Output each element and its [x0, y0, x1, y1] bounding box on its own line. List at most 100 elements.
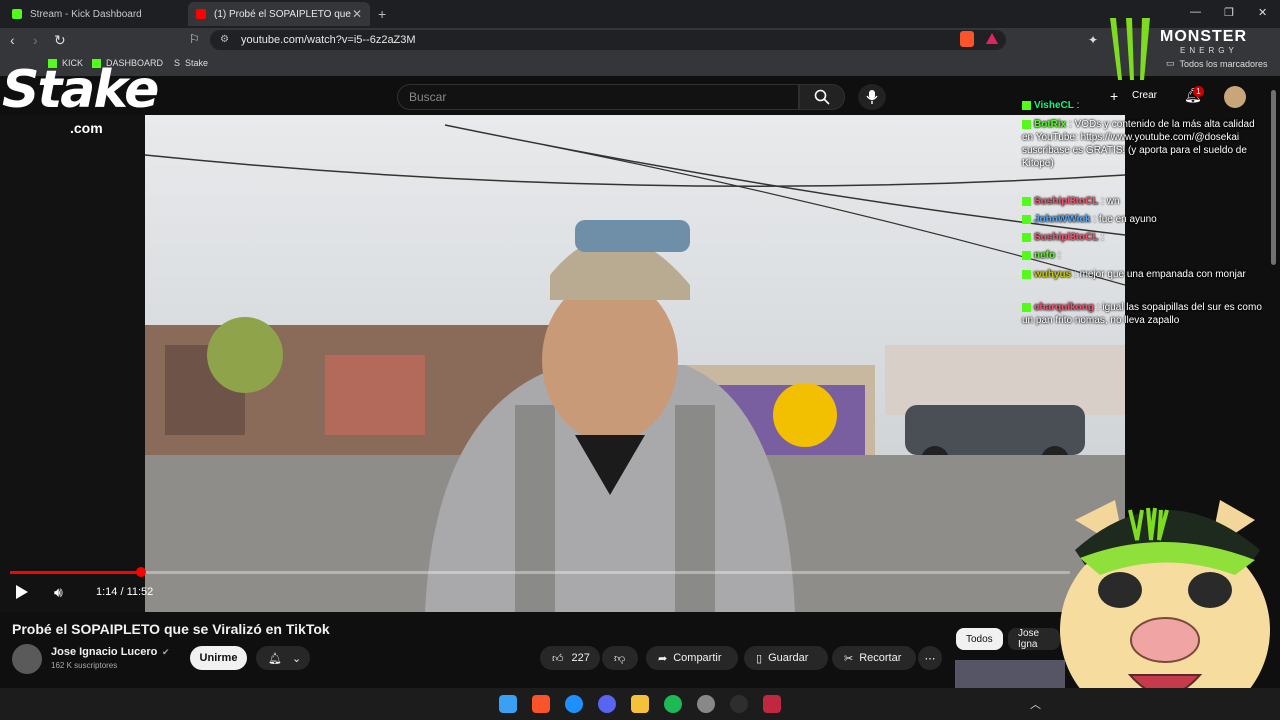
kick-badge-icon [1022, 119, 1031, 129]
forward-icon[interactable]: › [33, 32, 38, 48]
like-count: 227 [571, 652, 590, 664]
chip-all[interactable]: Todos [956, 628, 1003, 650]
all-bookmarks-label: Todos los marcadores [1179, 58, 1268, 69]
chat-message: VisheCL : [1022, 99, 1262, 112]
chat-message: Sushipl3toCL : wn [1022, 195, 1262, 208]
play-icon[interactable] [16, 585, 28, 599]
chat-user: charquikong [1034, 302, 1095, 313]
back-icon[interactable]: ‹ [10, 32, 15, 48]
new-tab-icon[interactable]: + [378, 6, 386, 22]
all-bookmarks[interactable]: ▭ Todos los marcadores [1166, 58, 1268, 69]
vtube-studio-icon[interactable] [763, 695, 781, 713]
chat-user: nefo [1034, 250, 1056, 261]
bookmark-icon[interactable]: ⚐ [189, 32, 200, 46]
obs-icon[interactable] [697, 695, 715, 713]
chat-message: Sushipl3toCL : [1022, 231, 1262, 244]
join-button[interactable]: Unirme [190, 646, 247, 670]
share-button[interactable]: ➦ Compartir [646, 646, 738, 670]
discord-icon[interactable] [598, 695, 616, 713]
chat-text: : [1101, 232, 1105, 243]
progress-scrubber[interactable] [136, 567, 146, 577]
search-button[interactable] [799, 84, 845, 110]
site-settings-icon[interactable]: ⚙ [220, 34, 229, 45]
chat-text: : [1057, 250, 1061, 261]
extensions-icon[interactable]: ✦ [1088, 33, 1098, 47]
monster-logo-text: MONSTER [1160, 28, 1247, 45]
search-input[interactable] [397, 84, 799, 110]
tab-title: (1) Probé el SOPAIPLETO que [214, 8, 351, 20]
chat-user: wuhyus [1034, 269, 1072, 280]
monster-claw-logo-icon [1110, 18, 1150, 80]
clip-label: Recortar [859, 652, 902, 664]
chat-message: wuhyus : mejor que una empanada con monj… [1022, 268, 1262, 281]
reload-icon[interactable]: ↻ [54, 32, 66, 49]
file-explorer-icon[interactable] [631, 695, 649, 713]
share-label: Compartir [673, 652, 722, 664]
start-icon[interactable] [499, 695, 517, 713]
search-placeholder: Buscar [409, 90, 447, 104]
chat-user: Sushipl3toCL [1034, 196, 1099, 207]
chat-message: nefo : [1022, 249, 1262, 262]
spotify-icon[interactable] [664, 695, 682, 713]
thumbs-down-icon: 👎︎ [614, 652, 626, 665]
brave-rewards-icon[interactable] [986, 33, 998, 44]
brave-browser-icon[interactable] [532, 695, 550, 713]
bookmark-stake[interactable]: S Stake [174, 58, 208, 68]
search-icon [814, 89, 830, 105]
kick-badge-icon [1022, 269, 1031, 279]
chat-text: : [1076, 100, 1080, 111]
progress-bar-track[interactable] [10, 571, 1070, 574]
close-window-icon[interactable]: ✕ [1258, 6, 1267, 19]
chat-user: VisheCL [1034, 100, 1074, 111]
url-text[interactable]: youtube.com/watch?v=i5--6z2aZ3M [241, 34, 416, 46]
kick-badge-icon [1022, 302, 1031, 312]
chat-user: JohnWWick [1034, 214, 1091, 225]
channel-name[interactable]: Jose Ignacio Lucero [51, 646, 157, 658]
app-icon[interactable] [730, 695, 748, 713]
youtube-icon [196, 9, 206, 19]
notification-badge: 1 [1193, 86, 1204, 97]
vtuber-cat-avatar [1060, 500, 1270, 720]
kick-badge-icon [1022, 214, 1031, 224]
video-title: Probé el SOPAIPLETO que se Viralizó en T… [12, 621, 330, 637]
video-frame[interactable] [145, 115, 1125, 612]
like-button[interactable]: 👍︎ 227 [540, 646, 600, 670]
save-button[interactable]: ▯ Guardar [744, 646, 828, 670]
stake-logo: Stake [2, 60, 159, 120]
tab-kick-dashboard[interactable]: Stream - Kick Dashboard [4, 2, 186, 26]
volume-icon[interactable]: 🔊︎ [54, 584, 63, 601]
tray-chevron-up-icon[interactable]: ︿ [1030, 696, 1041, 712]
folder-icon: ▭ [1166, 58, 1175, 68]
monster-logo-subtext: ENERGY [1180, 46, 1238, 55]
close-tab-icon[interactable]: ✕ [352, 7, 362, 21]
maximize-icon[interactable]: ❐ [1224, 6, 1234, 19]
stake-icon: S [174, 58, 181, 68]
kick-badge-icon [1022, 232, 1031, 242]
voice-search-button[interactable] [858, 84, 886, 110]
share-icon: ➦ [658, 652, 668, 665]
subscriber-count: 162 K suscriptores [51, 661, 118, 670]
kick-badge-icon [1022, 100, 1031, 110]
edge-icon[interactable] [565, 695, 583, 713]
minimize-icon[interactable]: — [1190, 6, 1201, 18]
subscription-bell-button[interactable]: 🔔︎ ⌄ [256, 646, 310, 670]
chat-message: JohnWWick : fue en ayuno [1022, 213, 1262, 226]
channel-avatar[interactable] [12, 644, 42, 674]
tab-title: Stream - Kick Dashboard [30, 8, 142, 20]
progress-bar-fill [10, 571, 141, 574]
chat-text: : fue en ayuno [1093, 214, 1157, 225]
scissors-icon: ✂ [844, 652, 854, 665]
more-actions-button[interactable]: ⋯ [918, 646, 942, 670]
more-icon: ⋯ [924, 652, 936, 665]
kick-icon [12, 9, 22, 19]
dislike-button[interactable]: 👎︎ [602, 646, 638, 670]
clip-button[interactable]: ✂ Recortar [832, 646, 916, 670]
brave-shield-icon[interactable] [960, 31, 974, 47]
left-margin [0, 115, 145, 612]
bell-icon: 🔔︎ [268, 652, 282, 665]
kick-badge-icon [1022, 250, 1031, 260]
time-display: 1:14 / 11:52 [96, 586, 154, 598]
kick-badge-icon [1022, 196, 1031, 206]
page-scrollbar[interactable] [1271, 90, 1276, 265]
tab-youtube-video[interactable]: (1) Probé el SOPAIPLETO que ✕ [188, 2, 370, 26]
